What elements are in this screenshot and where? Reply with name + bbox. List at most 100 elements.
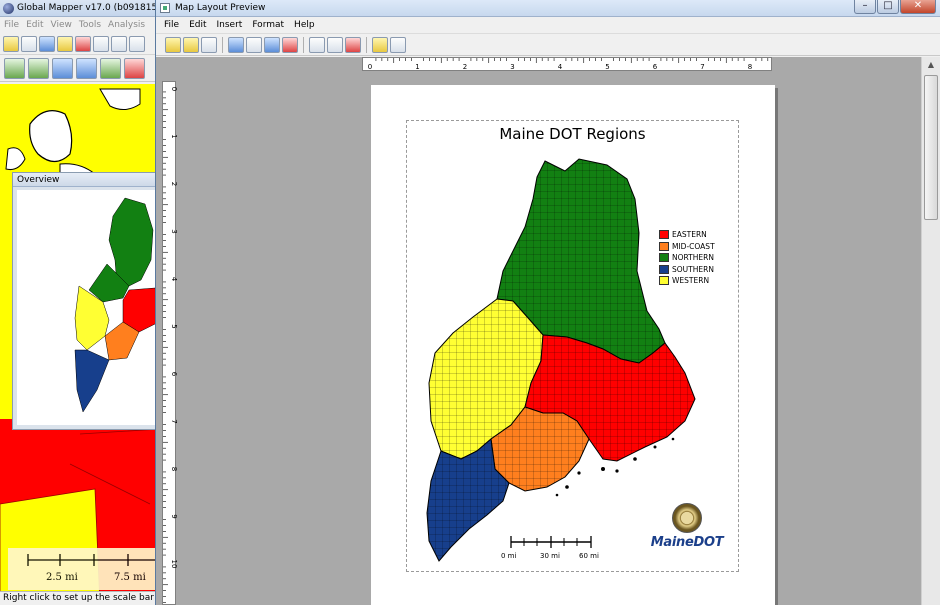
map-scalebar[interactable]: 0 mi 30 mi 60 mi: [501, 533, 599, 563]
map-frame[interactable]: Maine DOT Regions EASTERN MID-COAST NORT…: [406, 120, 739, 572]
layout-menu-help[interactable]: Help: [294, 20, 315, 30]
maximize-button[interactable]: □: [877, 0, 899, 14]
ruler-v-label: 3: [170, 229, 177, 233]
page-setup-icon[interactable]: [165, 36, 181, 53]
open-folder-icon[interactable]: [3, 35, 19, 52]
legend-item-eastern: EASTERN: [659, 229, 715, 241]
menu-tools[interactable]: Tools: [79, 20, 101, 30]
legend-label: WESTERN: [672, 276, 710, 286]
legend-swatch: [659, 264, 669, 274]
legend-item-western: WESTERN: [659, 275, 715, 287]
zoomed-scalebar[interactable]: 2.5 mi 7.5 mi: [8, 548, 159, 590]
zoom-out-icon[interactable]: [327, 36, 343, 53]
map-scale-label-0: 0 mi: [501, 552, 517, 560]
legend-swatch: [659, 276, 669, 286]
layout-menu-file[interactable]: File: [164, 20, 179, 30]
menu-file[interactable]: File: [4, 20, 19, 30]
menu-analysis[interactable]: Analysis: [108, 20, 145, 30]
properties-icon[interactable]: [282, 36, 298, 53]
map-legend[interactable]: EASTERN MID-COAST NORTHERN SOUTHERN WEST…: [659, 229, 715, 287]
scale-label-2: 7.5 mi: [114, 572, 146, 583]
horizontal-ruler: 0 1 2 3 4 5 6 7 8: [362, 57, 772, 71]
map-layout-preview-window: Map Layout Preview – □ ✕ File Edit Inser…: [155, 0, 940, 605]
scroll-thumb[interactable]: [924, 75, 938, 220]
mainedot-logo-text: MaineDOT: [650, 535, 724, 550]
zoom-out-icon[interactable]: [129, 35, 145, 52]
ruler-h-label: 2: [463, 63, 467, 71]
add-element-icon[interactable]: [183, 36, 199, 53]
ruler-v-label: 0: [170, 87, 177, 91]
rotate-icon[interactable]: [76, 57, 97, 79]
save-icon[interactable]: [21, 35, 37, 52]
layout-menu-edit[interactable]: Edit: [189, 20, 206, 30]
config-icon[interactable]: [93, 35, 109, 52]
close-button[interactable]: ✕: [900, 0, 936, 14]
overview-panel: Overview: [12, 172, 158, 430]
view-shed-icon[interactable]: [100, 57, 121, 79]
menu-edit[interactable]: Edit: [26, 20, 43, 30]
legend-label: NORTHERN: [672, 253, 714, 263]
globe-data-icon[interactable]: [39, 35, 55, 52]
global-mapper-statusbar: Right click to set up the scale bar disp…: [0, 591, 159, 605]
layout-menu-insert[interactable]: Insert: [217, 20, 243, 30]
global-mapper-window: Global Mapper v17.0 (b091815) Beta File …: [0, 0, 160, 605]
legend-label: EASTERN: [672, 230, 707, 240]
overview-title[interactable]: Overview: [13, 173, 157, 187]
ruler-h-label: 3: [510, 63, 514, 71]
legend-item-southern: SOUTHERN: [659, 264, 715, 276]
edit-icon[interactable]: [264, 36, 280, 53]
legend-item-mid-coast: MID-COAST: [659, 241, 715, 253]
global-mapper-title: Global Mapper v17.0 (b091815) Beta: [17, 3, 160, 13]
layout-titlebar[interactable]: Map Layout Preview – □ ✕: [156, 0, 940, 17]
ruler-v-label: 5: [170, 324, 177, 328]
3d-view-icon[interactable]: [124, 57, 145, 79]
global-mapper-toolbar: [0, 33, 159, 55]
ruler-v-label: 9: [170, 514, 177, 518]
print-icon[interactable]: [228, 36, 244, 53]
vertical-ruler: 01234567891011: [162, 81, 178, 605]
minimize-button[interactable]: –: [854, 0, 876, 14]
maine-seal-icon: [672, 503, 702, 533]
scroll-up-arrow[interactable]: ▲: [922, 57, 940, 73]
vertical-scrollbar[interactable]: ▲: [921, 57, 940, 605]
global-mapper-titlebar[interactable]: Global Mapper v17.0 (b091815) Beta: [0, 0, 159, 17]
layout-icon[interactable]: [390, 36, 406, 53]
ruler-v-label: 6: [170, 372, 177, 377]
legend-swatch: [659, 241, 669, 251]
toolbar-separator: [222, 36, 223, 53]
digitizer-icon[interactable]: [4, 57, 25, 79]
mainedot-logo: MaineDOT: [647, 503, 727, 563]
zoom-in-icon[interactable]: [111, 35, 127, 52]
path-profile-icon[interactable]: [28, 57, 49, 79]
tools-icon[interactable]: [75, 35, 91, 52]
ruler-h-label: 7: [700, 63, 704, 71]
overview-map[interactable]: [17, 190, 157, 425]
pan-icon[interactable]: [345, 36, 361, 53]
global-mapper-digitizer-toolbar: [0, 55, 159, 82]
menu-view[interactable]: View: [51, 20, 72, 30]
layout-menubar: File Edit Insert Format Help: [156, 17, 940, 34]
measure-icon[interactable]: [52, 57, 73, 79]
layout-icon[interactable]: [57, 35, 73, 52]
ruler-v-label: 4: [170, 277, 177, 282]
map-scale-label-60: 60 mi: [579, 552, 599, 560]
ruler-h-label: 0: [368, 63, 372, 71]
layout-canvas[interactable]: 012345678 01234567891011 Maine DOT Regio…: [156, 57, 922, 605]
layout-title: Map Layout Preview: [175, 3, 266, 13]
globe-icon: [3, 2, 14, 14]
zoom-in-icon[interactable]: [309, 36, 325, 53]
ruler-h-label: 1: [415, 63, 419, 71]
ruler-v-label: 2: [170, 182, 177, 186]
select-icon[interactable]: [372, 36, 388, 53]
ruler-h-label: 4: [558, 63, 563, 71]
layout-page: Maine DOT Regions EASTERN MID-COAST NORT…: [371, 85, 775, 605]
layout-menu-format[interactable]: Format: [252, 20, 284, 30]
legend-swatch: [659, 253, 669, 263]
export-icon[interactable]: [246, 36, 262, 53]
save-icon[interactable]: [201, 36, 217, 53]
ruler-v-label: 10: [170, 560, 177, 569]
scalebar-svg: [27, 554, 158, 566]
legend-label: SOUTHERN: [672, 264, 714, 274]
toolbar-separator: [303, 36, 304, 53]
map-scale-label-30: 30 mi: [540, 552, 560, 560]
